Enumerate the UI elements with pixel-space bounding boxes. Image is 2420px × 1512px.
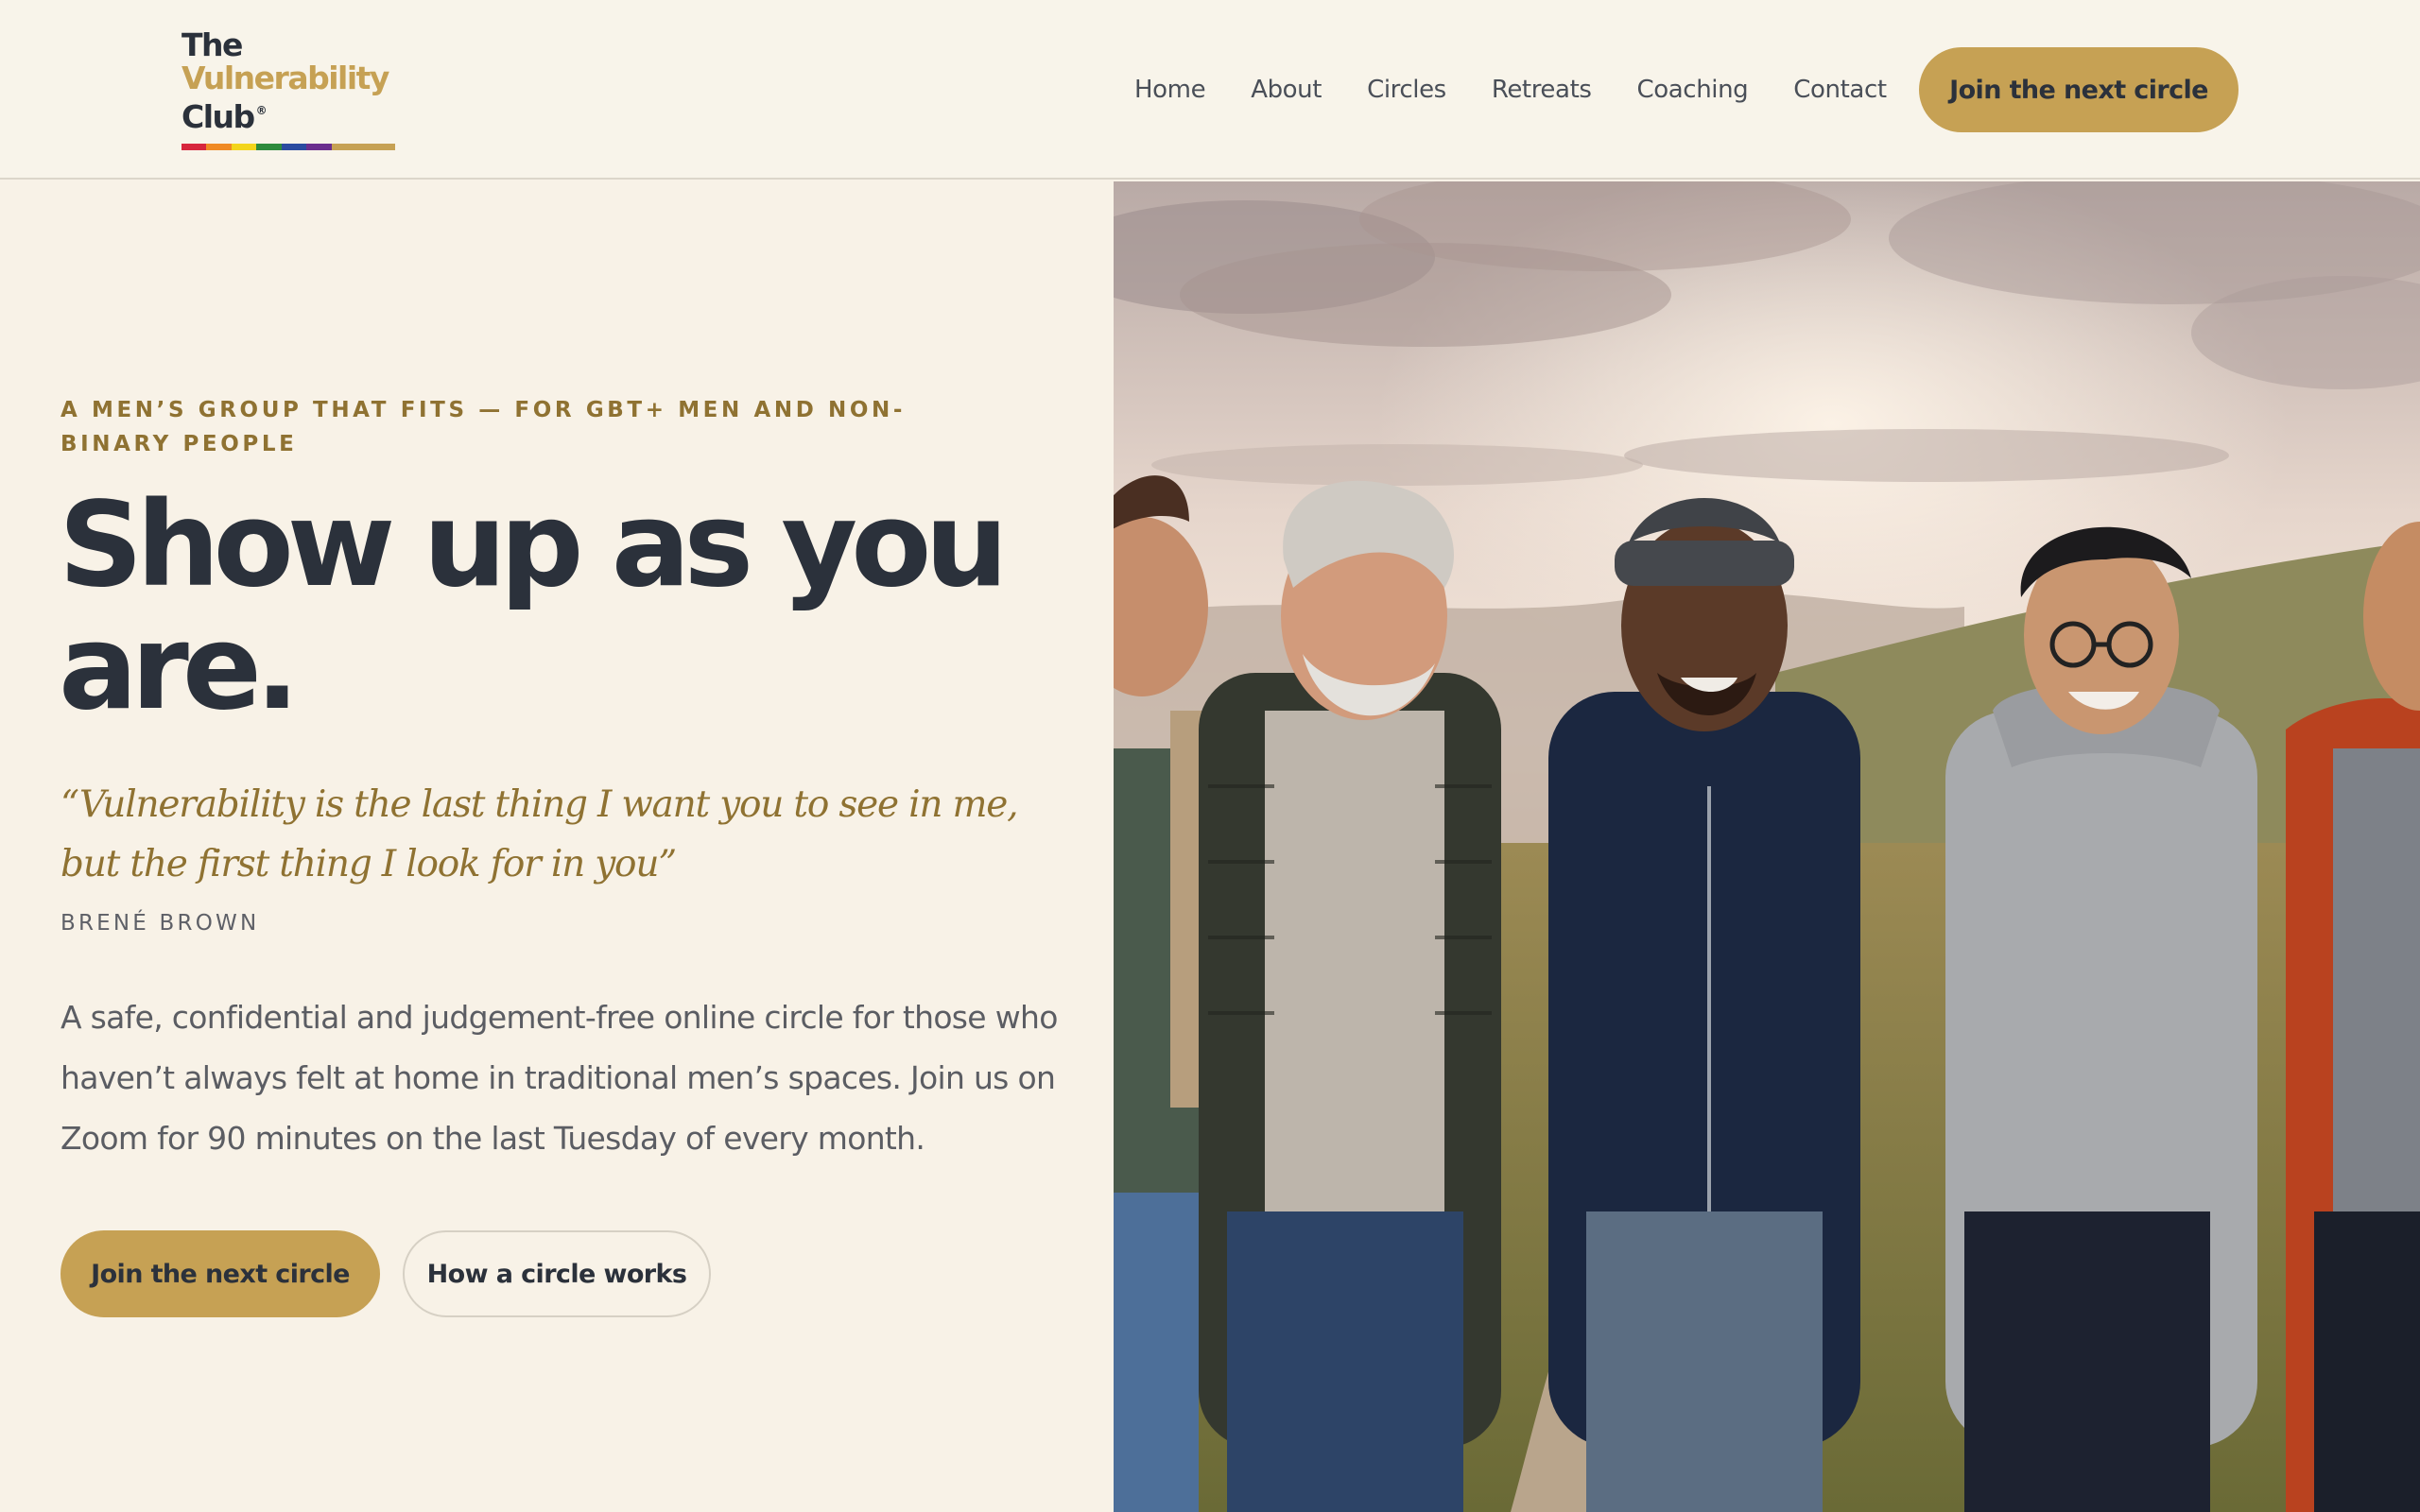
pride-stripe: [256, 144, 282, 150]
site-header: The Vulnerability Club ® Home About Circl…: [0, 0, 2420, 180]
hero-photo: [1114, 181, 2420, 1512]
site-logo[interactable]: The Vulnerability Club ®: [182, 28, 399, 155]
logo-word-club: Club ®: [182, 94, 399, 133]
pride-color-bar: [182, 144, 395, 150]
hero-quote: “Vulnerability is the last thing I want …: [60, 783, 1019, 885]
hero-join-circle-button[interactable]: Join the next circle: [60, 1230, 380, 1317]
pride-stripe: [282, 144, 306, 150]
main-nav: Home About Circles Retreats Coaching Con…: [1134, 66, 1932, 113]
quote-author: Brené Brown: [60, 911, 260, 936]
header-join-circle-button[interactable]: Join the next circle: [1919, 47, 2238, 132]
how-circle-works-button[interactable]: How a circle works: [403, 1230, 711, 1317]
nav-contact[interactable]: Contact: [1793, 76, 1887, 104]
pride-stripe: [232, 144, 256, 150]
hero-headline: Show up as you are.: [59, 477, 1009, 736]
pride-stripe: [306, 144, 332, 150]
nav-home[interactable]: Home: [1134, 76, 1206, 104]
nav-circles[interactable]: Circles: [1367, 76, 1446, 104]
logo-club-text: Club: [182, 98, 255, 135]
pride-stripe: [206, 144, 232, 150]
hero-eyebrow: A men’s group that fits — for GBT+ men a…: [60, 398, 906, 456]
logo-word-vulnerability: Vulnerability: [182, 60, 389, 96]
pride-stripe: [332, 144, 395, 150]
nav-retreats[interactable]: Retreats: [1492, 76, 1592, 104]
hero-description: A safe, confidential and judgement-free …: [60, 999, 1058, 1157]
logo-word-the: The: [182, 26, 243, 63]
registered-mark: ®: [255, 104, 268, 117]
group-of-men-illustration: [1114, 181, 2420, 1512]
pride-stripe: [182, 144, 206, 150]
nav-about[interactable]: About: [1251, 76, 1322, 104]
nav-coaching[interactable]: Coaching: [1637, 76, 1749, 104]
